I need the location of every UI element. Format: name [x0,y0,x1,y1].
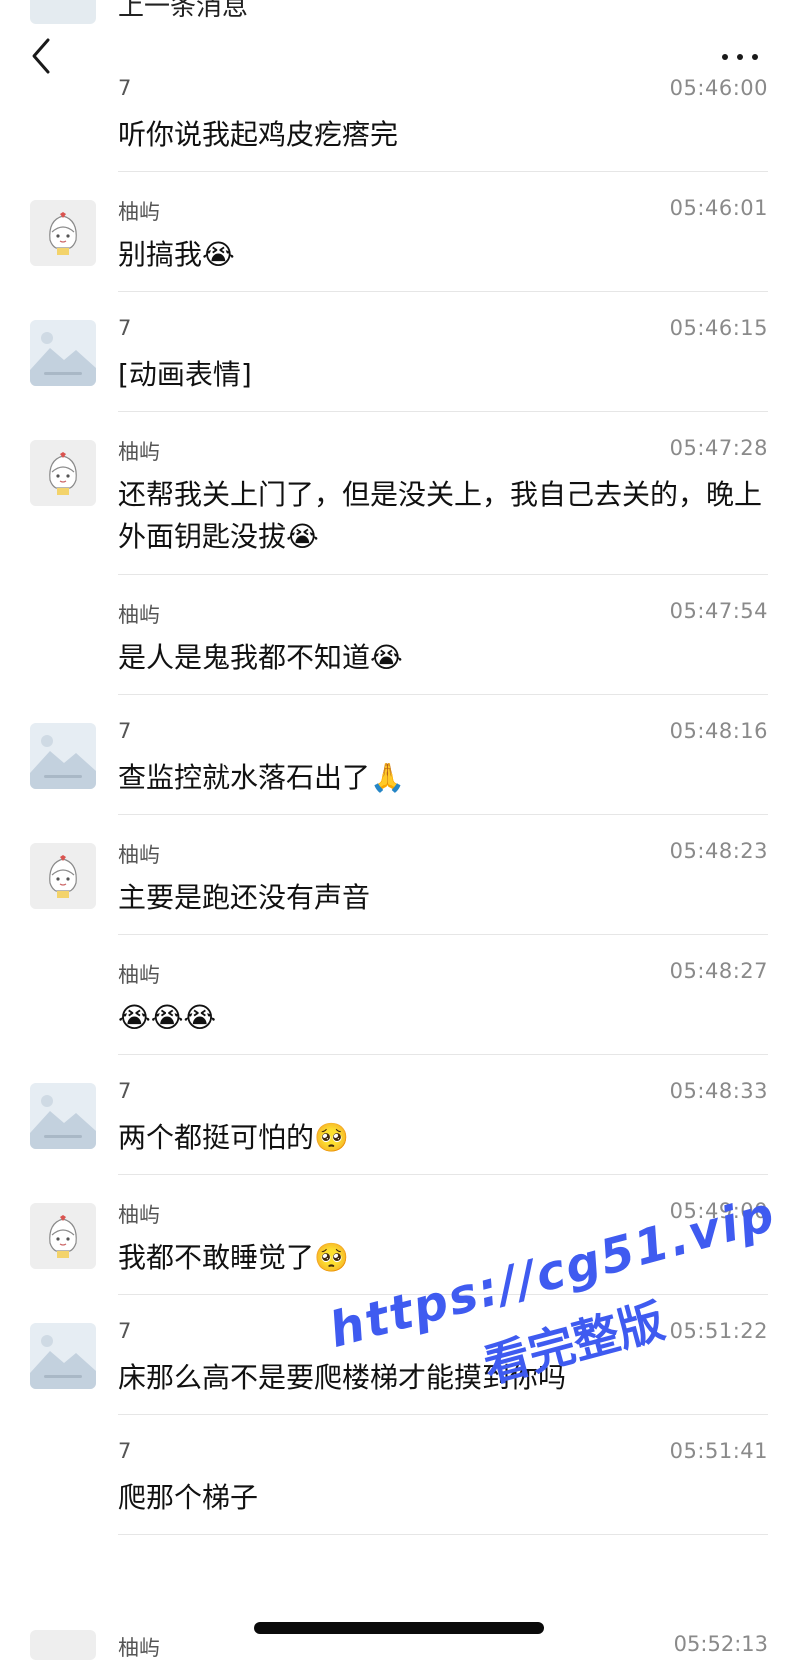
avatar-girl[interactable] [30,440,96,506]
message-text: [动画表情] [118,358,252,391]
message-time: 05:51:41 [669,1439,768,1463]
avatar-girl[interactable] [30,843,96,909]
message-item[interactable]: 柚屿 05:48:23 主要是跑还没有声音 [0,815,800,935]
message-text: 主要是跑还没有声音 [118,881,371,914]
top-bar [0,0,800,110]
more-options-button[interactable] [720,44,764,68]
message-text: 别搞我😭 [118,238,235,271]
message-sender: 柚屿 [118,1203,160,1227]
message-item[interactable]: 7 05:48:33 两个都挺可怕的🥺 [0,1055,800,1175]
ellipsis-icon [722,54,728,60]
message-item[interactable]: 柚屿 05:48:27 😭😭😭 [0,935,800,1055]
message-time: 05:47:54 [669,599,768,623]
message-time: 05:47:28 [669,436,768,460]
message-time: 05:49:00 [669,1199,768,1223]
message-time: 05:48:23 [669,839,768,863]
avatar-partial [30,1630,96,1660]
message-time: 05:46:01 [669,196,768,220]
message-divider [118,1534,768,1535]
back-button[interactable] [24,34,64,78]
message-sender: 柚屿 [118,843,160,867]
message-text: 还帮我关上门了，但是没关上，我自己去关的，晚上外面钥匙没拔😭 [118,478,763,553]
message-item[interactable]: 柚屿 05:47:28 还帮我关上门了，但是没关上，我自己去关的，晚上外面钥匙没拔😭 [0,412,800,575]
message-text: 两个都挺可怕的🥺 [118,1121,349,1154]
message-item[interactable]: 柚屿 05:47:54 是人是鬼我都不知道😭 [0,575,800,695]
ellipsis-icon [752,54,758,60]
message-sender: 柚屿 [118,963,160,987]
message-sender: 7 [118,316,132,340]
message-text: 我都不敢睡觉了🥺 [118,1241,349,1274]
message-text: 查监控就水落石出了🙏 [118,761,405,794]
avatar-placeholder[interactable] [30,1083,96,1149]
message-sender: 柚屿 [118,603,160,627]
message-item[interactable]: 柚屿 05:49:00 我都不敢睡觉了🥺 [0,1175,800,1295]
avatar-girl[interactable] [30,200,96,266]
avatar-placeholder[interactable] [30,1323,96,1389]
message-item[interactable]: 7 05:46:15 [动画表情] [0,292,800,412]
message-sender: 7 [118,719,132,743]
message-time: 05:48:16 [669,719,768,743]
message-sender: 7 [118,1439,132,1463]
message-time: 05:48:33 [669,1079,768,1103]
message-sender: 7 [118,1319,132,1343]
message-time: 05:51:22 [669,1319,768,1343]
avatar-placeholder[interactable] [30,723,96,789]
message-time: 05:48:27 [669,959,768,983]
message-sender: 柚屿 [118,200,160,224]
message-text: 😭😭😭 [118,1001,217,1034]
message-item[interactable]: 7 05:48:16 查监控就水落石出了🙏 [0,695,800,815]
message-time: 05:52:13 [673,1632,768,1656]
ellipsis-icon [737,54,743,60]
avatar-placeholder[interactable] [30,320,96,386]
message-sender: 7 [118,1079,132,1103]
chevron-left-icon [32,38,50,74]
message-text: 爬那个梯子 [118,1481,259,1514]
message-text: 是人是鬼我都不知道😭 [118,641,403,674]
message-text: 听你说我起鸡皮疙瘩完 [118,118,399,151]
home-indicator[interactable] [254,1622,544,1634]
message-text: 床那么高不是要爬楼梯才能摸到你吗 [118,1361,567,1394]
message-sender: 柚屿 [118,440,160,464]
message-item[interactable]: 7 05:51:22 床那么高不是要爬楼梯才能摸到你吗 [0,1295,800,1415]
message-sender: 柚屿 [118,1636,160,1660]
message-item[interactable]: 7 05:51:41 爬那个梯子 [0,1415,800,1535]
message-time: 05:46:15 [669,316,768,340]
message-item[interactable]: 柚屿 05:46:01 别搞我😭 [0,172,800,292]
avatar-girl[interactable] [30,1203,96,1269]
